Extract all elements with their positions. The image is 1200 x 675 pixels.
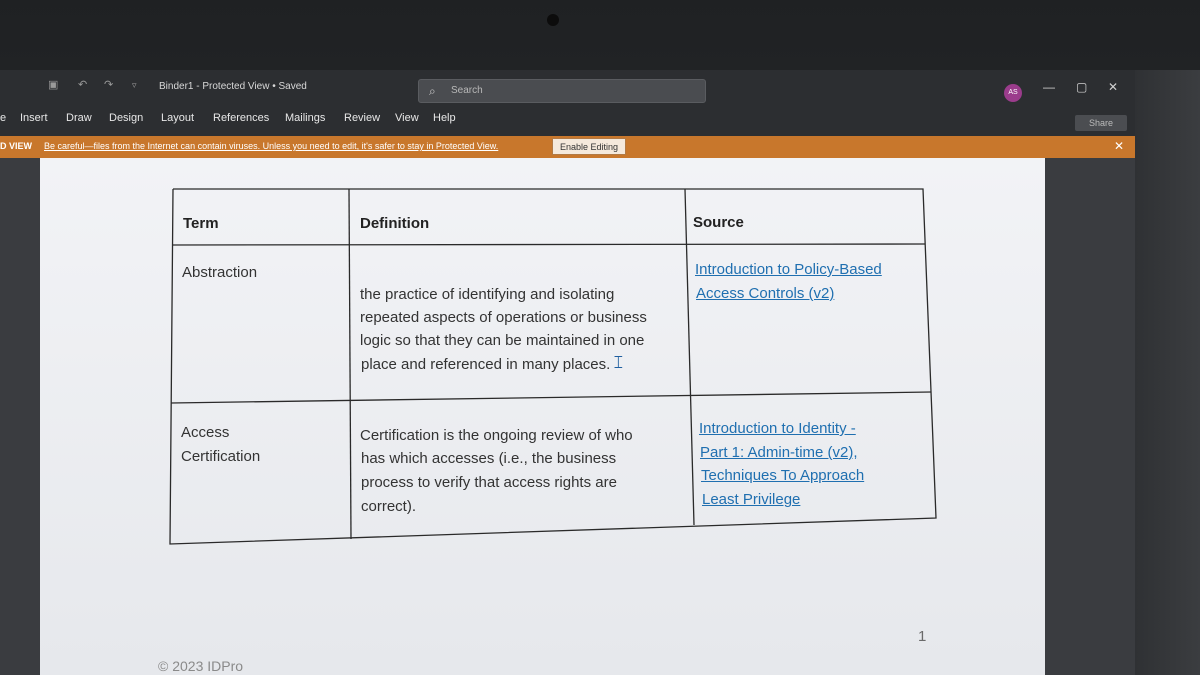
close-button[interactable]: ✕ bbox=[1108, 80, 1118, 94]
page-number: 1 bbox=[918, 628, 927, 645]
title-bar: ▣ ↶ ↷ ▿ Binder1 - Protected View • Saved… bbox=[0, 70, 1135, 106]
tab-layout[interactable]: Layout bbox=[161, 112, 194, 124]
definition-line: Certification is the ongoing review of w… bbox=[360, 427, 633, 444]
header-term: Term bbox=[183, 215, 219, 232]
tab-draw[interactable]: Draw bbox=[66, 112, 92, 124]
definition-line: correct). bbox=[361, 498, 417, 515]
protected-view-label: D VIEW bbox=[0, 141, 33, 151]
save-icon[interactable]: ▣ bbox=[48, 78, 58, 91]
word-window: ▣ ↶ ↷ ▿ Binder1 - Protected View • Saved… bbox=[0, 70, 1135, 675]
document-title[interactable]: Binder1 - Protected View • Saved bbox=[159, 81, 307, 92]
share-button[interactable]: Share bbox=[1075, 115, 1127, 131]
enable-editing-button[interactable]: Enable Editing bbox=[552, 138, 626, 155]
term-line: Access bbox=[181, 424, 230, 441]
webcam bbox=[547, 14, 559, 26]
definition-line: logic so that they can be maintained in … bbox=[360, 332, 645, 349]
source-link[interactable]: Least Privilege bbox=[702, 489, 800, 511]
definition-line: has which accesses (i.e., the business bbox=[361, 450, 617, 467]
close-icon[interactable]: ✕ bbox=[1114, 139, 1124, 153]
document-page[interactable]: Term Definition Source Abstraction the p… bbox=[40, 158, 1045, 675]
source-link[interactable]: Techniques To Approach bbox=[701, 465, 864, 487]
avatar[interactable]: AS bbox=[1004, 84, 1022, 102]
document-canvas: Term Definition Source Abstraction the p… bbox=[0, 158, 1135, 675]
tab-insert[interactable]: Insert bbox=[20, 112, 48, 124]
tab-view[interactable]: View bbox=[395, 112, 419, 124]
tab-references[interactable]: References bbox=[213, 112, 269, 124]
tab-file[interactable]: e bbox=[0, 112, 6, 124]
source-link[interactable]: Access Controls (v2) bbox=[696, 283, 834, 305]
tab-help[interactable]: Help bbox=[433, 112, 456, 124]
source-link[interactable]: Introduction to Identity - bbox=[699, 418, 856, 440]
header-source: Source bbox=[693, 214, 744, 231]
source-link[interactable]: Part 1: Admin-time (v2), bbox=[700, 442, 858, 464]
ribbon-tabs: e Insert Draw Design Layout References M… bbox=[0, 106, 1135, 136]
definition-line: process to verify that access rights are bbox=[361, 474, 617, 491]
table-grid bbox=[169, 188, 937, 545]
minimize-button[interactable]: — bbox=[1043, 80, 1055, 94]
definition-line: the practice of identifying and isolatin… bbox=[360, 286, 615, 303]
term-abstraction: Abstraction bbox=[182, 264, 258, 281]
source-link[interactable]: Introduction to Policy-Based bbox=[695, 259, 882, 281]
undo-icon[interactable]: ↶ bbox=[78, 78, 87, 91]
protected-view-message[interactable]: Be careful—files from the Internet can c… bbox=[44, 141, 498, 151]
redo-icon[interactable]: ↷ bbox=[104, 78, 113, 91]
tab-design[interactable]: Design bbox=[109, 112, 143, 124]
search-box[interactable]: ⌕ Search bbox=[418, 79, 706, 103]
text-cursor-icon: 𝙸 bbox=[612, 352, 625, 372]
definition-line: repeated aspects of operations or busine… bbox=[360, 309, 647, 326]
restore-button[interactable]: ▢ bbox=[1076, 80, 1087, 94]
header-definition: Definition bbox=[360, 215, 430, 232]
page-footer: © 2023 IDPro bbox=[158, 658, 244, 674]
search-placeholder: Search bbox=[451, 85, 483, 96]
screen-edge bbox=[1135, 70, 1200, 675]
term-line: Certification bbox=[181, 448, 261, 465]
search-icon: ⌕ bbox=[429, 84, 436, 98]
definition-line: place and referenced in many places. bbox=[361, 356, 611, 373]
customize-qat-icon[interactable]: ▿ bbox=[132, 80, 137, 91]
protected-view-bar: D VIEW Be careful—files from the Interne… bbox=[0, 136, 1135, 158]
tab-mailings[interactable]: Mailings bbox=[285, 112, 325, 124]
tab-review[interactable]: Review bbox=[344, 112, 380, 124]
